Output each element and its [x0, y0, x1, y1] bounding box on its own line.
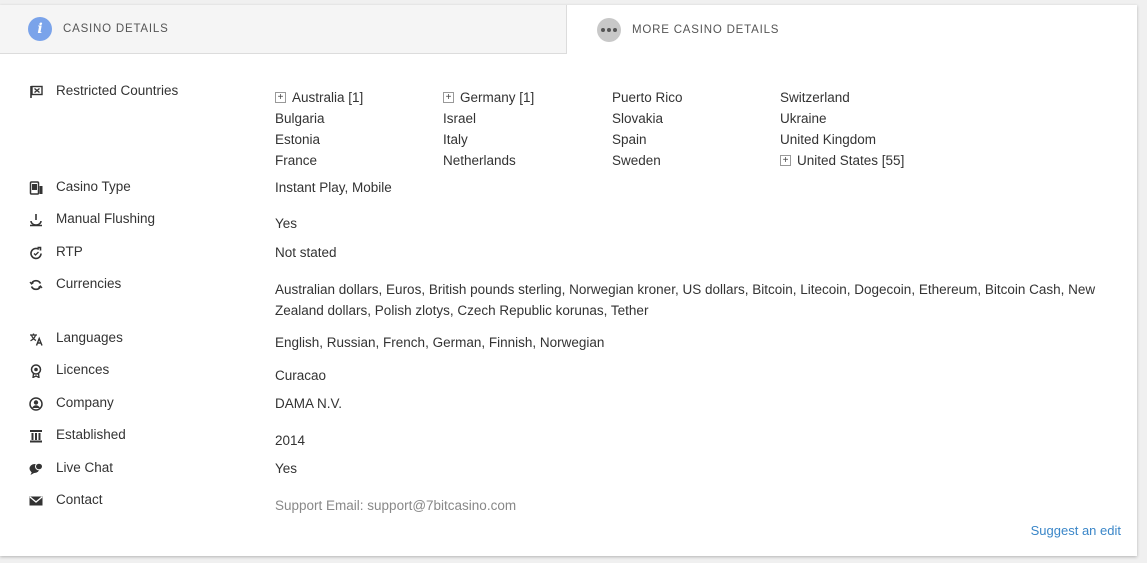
detail-label: Live Chat — [56, 460, 114, 475]
detail-label: Languages — [56, 330, 123, 345]
detail-value: DAMA N.V. — [275, 396, 343, 411]
detail-value: Not stated — [275, 245, 337, 260]
country-item: France — [275, 153, 318, 168]
refresh-icon — [29, 246, 43, 260]
detail-label: Company — [56, 395, 114, 410]
more-icon — [597, 17, 621, 42]
chat-icon — [29, 462, 43, 476]
expand-icon[interactable]: + — [780, 155, 791, 166]
detail-row-company: Company DAMA N.V. — [0, 395, 1137, 417]
detail-row-licences: Licences Curacao — [0, 362, 1137, 384]
building-icon — [29, 429, 43, 443]
tab-more-casino-details[interactable]: MORE CASINO DETAILS — [567, 5, 1137, 54]
country-item: Netherlands — [443, 153, 516, 168]
tab-label: MORE CASINO DETAILS — [632, 23, 780, 36]
tab-label: CASINO DETAILS — [63, 23, 169, 35]
country-item: Spain — [612, 132, 647, 147]
detail-row-manual-flushing: Manual Flushing Yes — [0, 211, 1137, 233]
details-panel: i CASINO DETAILS MORE CASINO DETAILS Res… — [0, 5, 1137, 556]
suggest-edit-link[interactable]: Suggest an edit — [1031, 523, 1121, 538]
detail-value: Australian dollars, Euros, British pound… — [275, 282, 1096, 318]
user-circle-icon — [29, 397, 43, 411]
detail-value: 2014 — [275, 433, 306, 448]
detail-row-casino-type: Casino Type Instant Play, Mobile — [0, 179, 1137, 201]
detail-label: Licences — [56, 362, 110, 377]
detail-label: RTP — [56, 244, 83, 259]
detail-label: Restricted Countries — [56, 83, 179, 98]
country-item[interactable]: + United States [55] — [780, 150, 904, 171]
detail-row-live-chat: Live Chat Yes — [0, 460, 1137, 482]
detail-row-established: Established 2014 — [0, 427, 1137, 449]
country-item: United Kingdom — [780, 132, 877, 147]
detail-label: Established — [56, 427, 126, 442]
detail-row-contact: Contact Support Email: support@7bitcasin… — [0, 492, 1137, 514]
tab-casino-details[interactable]: i CASINO DETAILS — [0, 5, 567, 54]
detail-value: Yes — [275, 461, 298, 476]
detail-value: Yes — [275, 216, 298, 231]
info-icon: i — [28, 17, 52, 41]
tab-bar: i CASINO DETAILS MORE CASINO DETAILS — [0, 5, 1137, 54]
detail-row-currencies: Currencies Australian dollars, Euros, Br… — [0, 276, 1137, 320]
detail-row-languages: Languages English, Russian, French, Germ… — [0, 330, 1137, 352]
translate-icon — [29, 332, 43, 346]
expand-icon[interactable]: + — [275, 92, 286, 103]
detail-row-rtp: RTP Not stated — [0, 244, 1137, 266]
currency-exchange-icon — [29, 278, 43, 292]
country-item[interactable]: + Germany [1] — [443, 87, 534, 108]
country-item: Bulgaria — [275, 111, 325, 126]
country-item: Israel — [443, 111, 477, 126]
expand-icon[interactable]: + — [443, 92, 454, 103]
country-item: Estonia — [275, 132, 321, 147]
country-item: Italy — [443, 132, 468, 147]
detail-value: English, Russian, French, German, Finnis… — [275, 335, 605, 350]
page: i CASINO DETAILS MORE CASINO DETAILS Res… — [0, 0, 1147, 563]
flag-x-icon — [29, 85, 43, 99]
detail-row-restricted-countries: Restricted Countries + Australia [1] Bulg… — [0, 83, 1137, 168]
detail-value: Instant Play, Mobile — [275, 180, 392, 195]
country-item: Ukraine — [780, 111, 827, 126]
power-icon — [29, 213, 43, 227]
country-item: Switzerland — [780, 90, 850, 105]
detail-label: Manual Flushing — [56, 211, 156, 226]
country-item[interactable]: + Australia [1] — [275, 87, 363, 108]
detail-label: Currencies — [56, 276, 122, 291]
detail-label: Contact — [56, 492, 103, 507]
award-icon — [29, 364, 43, 378]
country-item: Puerto Rico — [612, 90, 683, 105]
country-item: Sweden — [612, 153, 661, 168]
country-item: Slovakia — [612, 111, 664, 126]
detail-value: Curacao — [275, 368, 327, 383]
detail-label: Casino Type — [56, 179, 131, 194]
envelope-icon — [29, 494, 43, 508]
device-icon — [29, 181, 43, 195]
contact-email[interactable]: Support Email: support@7bitcasino.com — [275, 495, 1105, 516]
